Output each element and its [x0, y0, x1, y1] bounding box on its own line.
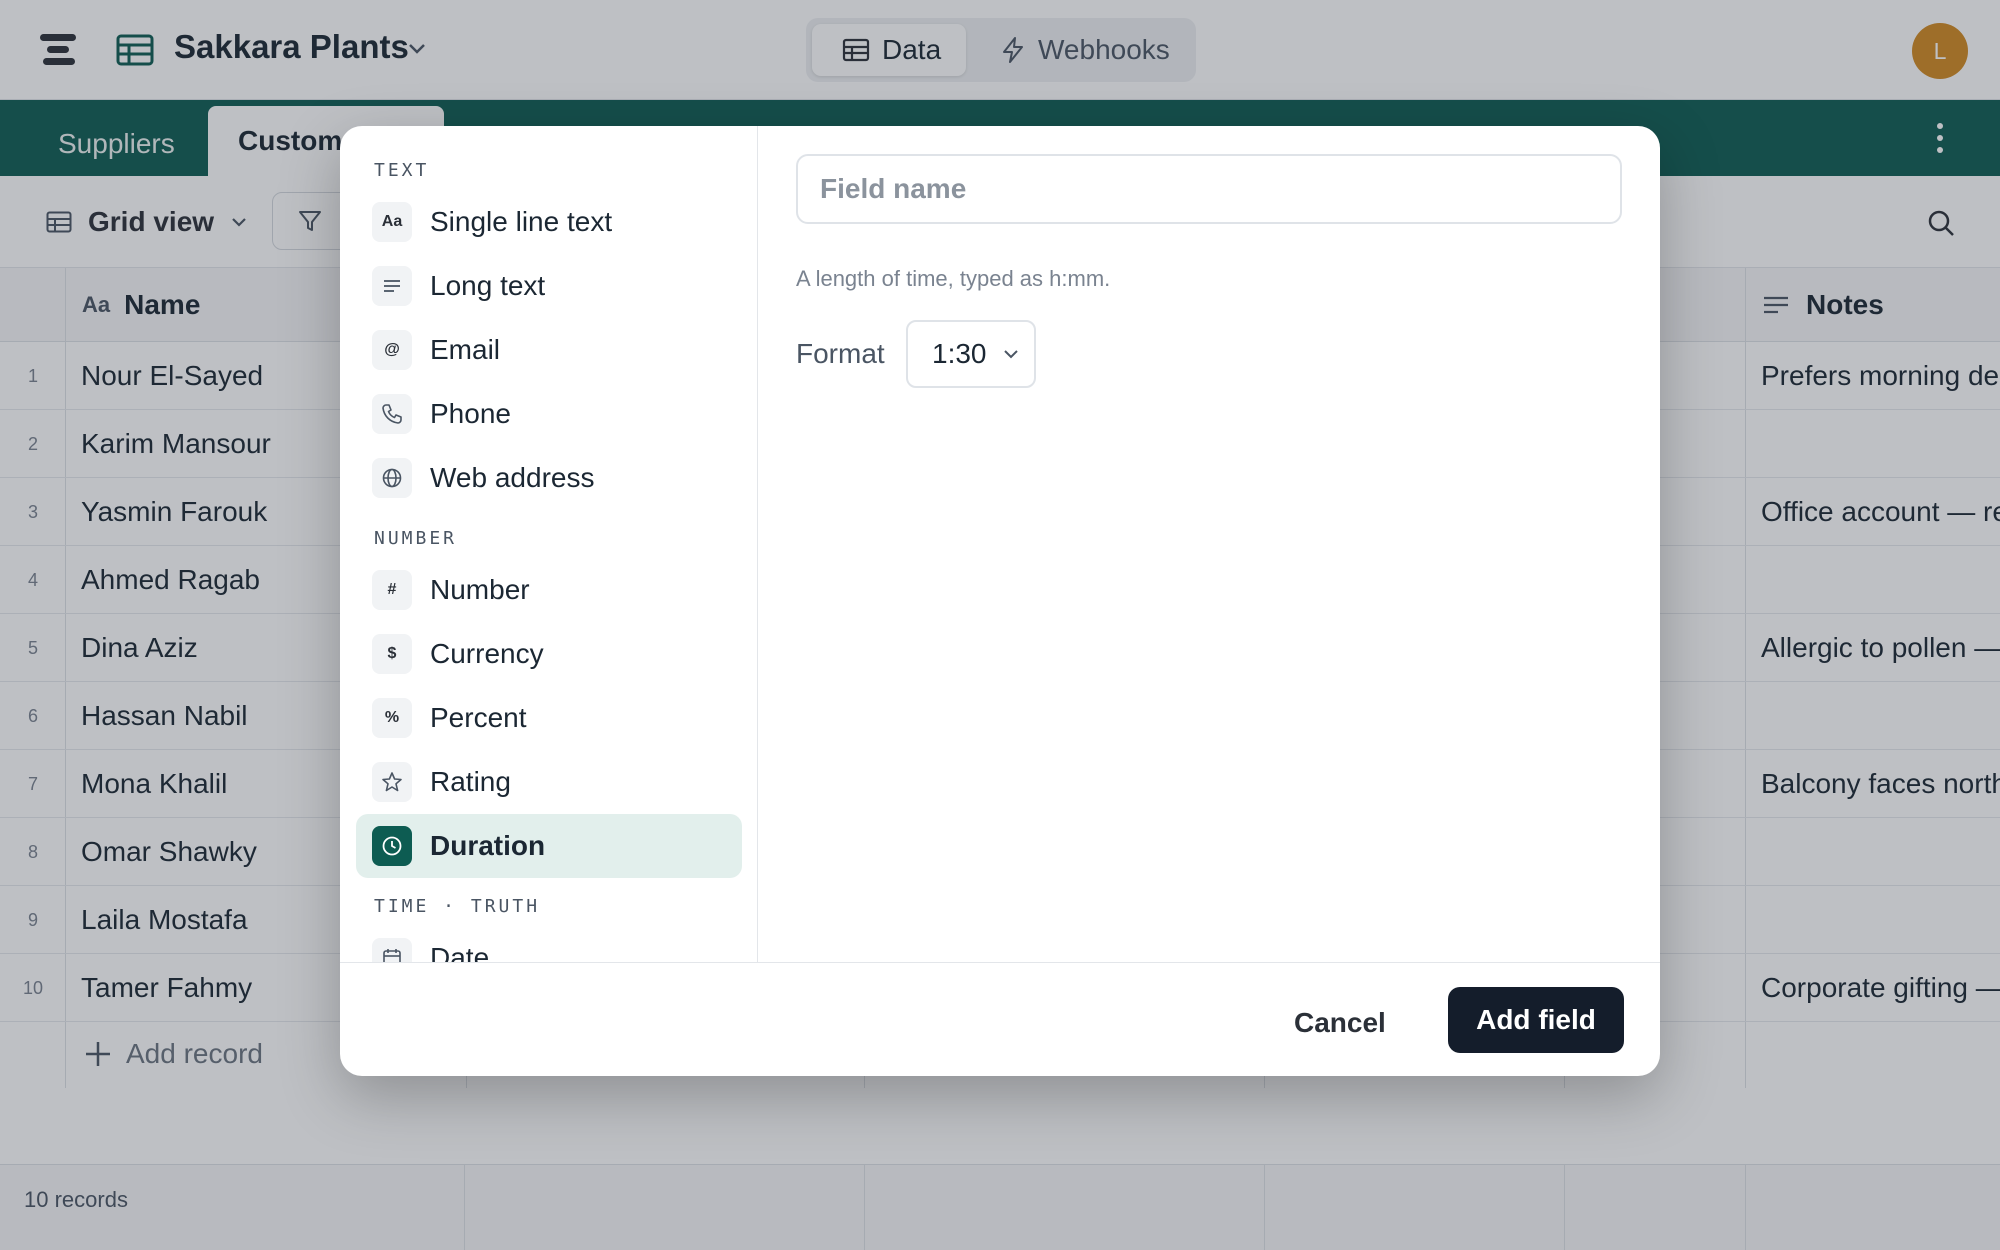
- format-value: 1:30: [932, 338, 987, 369]
- field-name-input[interactable]: [796, 154, 1622, 224]
- field-type-label: Percent: [430, 702, 527, 733]
- field-type-email[interactable]: @ Email: [356, 318, 742, 382]
- field-type-number[interactable]: # Number: [356, 558, 742, 622]
- field-type-label: Email: [430, 334, 501, 365]
- text-aa-icon: Aa: [372, 202, 412, 242]
- percent-icon: %: [372, 698, 412, 738]
- clock-icon: [372, 826, 412, 866]
- dialog-footer: Cancel Add field: [340, 962, 1660, 1076]
- field-type-currency[interactable]: $ Currency: [356, 622, 742, 686]
- at-sign-icon: @: [372, 330, 412, 370]
- field-type-label: Phone: [430, 398, 511, 429]
- field-type-long-text[interactable]: Long text: [356, 254, 742, 318]
- field-type-label: Duration: [430, 830, 546, 861]
- field-type-duration[interactable]: Duration: [356, 814, 742, 878]
- field-type-date[interactable]: Date: [356, 926, 742, 962]
- calendar-icon: [372, 938, 412, 962]
- globe-icon: [372, 458, 412, 498]
- field-type-label: Date: [430, 942, 490, 962]
- field-type-description: A length of time, typed as h:mm.: [796, 266, 1111, 291]
- long-text-icon: [372, 266, 412, 306]
- hash-icon: #: [372, 570, 412, 610]
- field-type-single-line-text[interactable]: Aa Single line text: [356, 190, 742, 254]
- field-type-rating[interactable]: Rating: [356, 750, 742, 814]
- field-type-percent[interactable]: % Percent: [356, 686, 742, 750]
- field-type-list: TEXT Aa Single line text Long text @ Ema…: [340, 126, 758, 962]
- field-type-label: Long text: [430, 270, 546, 301]
- format-select[interactable]: 1:30: [906, 320, 1036, 388]
- section-title-time: TIME · TRUTH: [374, 896, 541, 917]
- chevron-down-icon: [1003, 350, 1018, 359]
- field-type-phone[interactable]: Phone: [356, 382, 742, 446]
- add-field-button[interactable]: Add field: [1448, 987, 1624, 1053]
- field-type-label: Single line text: [430, 206, 613, 237]
- star-icon: [372, 762, 412, 802]
- phone-icon: [372, 394, 412, 434]
- dollar-icon: $: [372, 634, 412, 674]
- section-title-text: TEXT: [374, 160, 430, 181]
- add-field-dialog: TEXT Aa Single line text Long text @ Ema…: [340, 126, 1660, 1076]
- format-label: Format: [796, 338, 885, 369]
- field-type-label: Currency: [430, 638, 544, 669]
- field-type-web-address[interactable]: Web address: [356, 446, 742, 510]
- field-type-label: Number: [430, 574, 530, 605]
- field-type-label: Rating: [430, 766, 511, 797]
- field-type-label: Web address: [430, 462, 595, 493]
- cancel-button[interactable]: Cancel: [1294, 991, 1386, 1055]
- section-title-number: NUMBER: [374, 528, 458, 549]
